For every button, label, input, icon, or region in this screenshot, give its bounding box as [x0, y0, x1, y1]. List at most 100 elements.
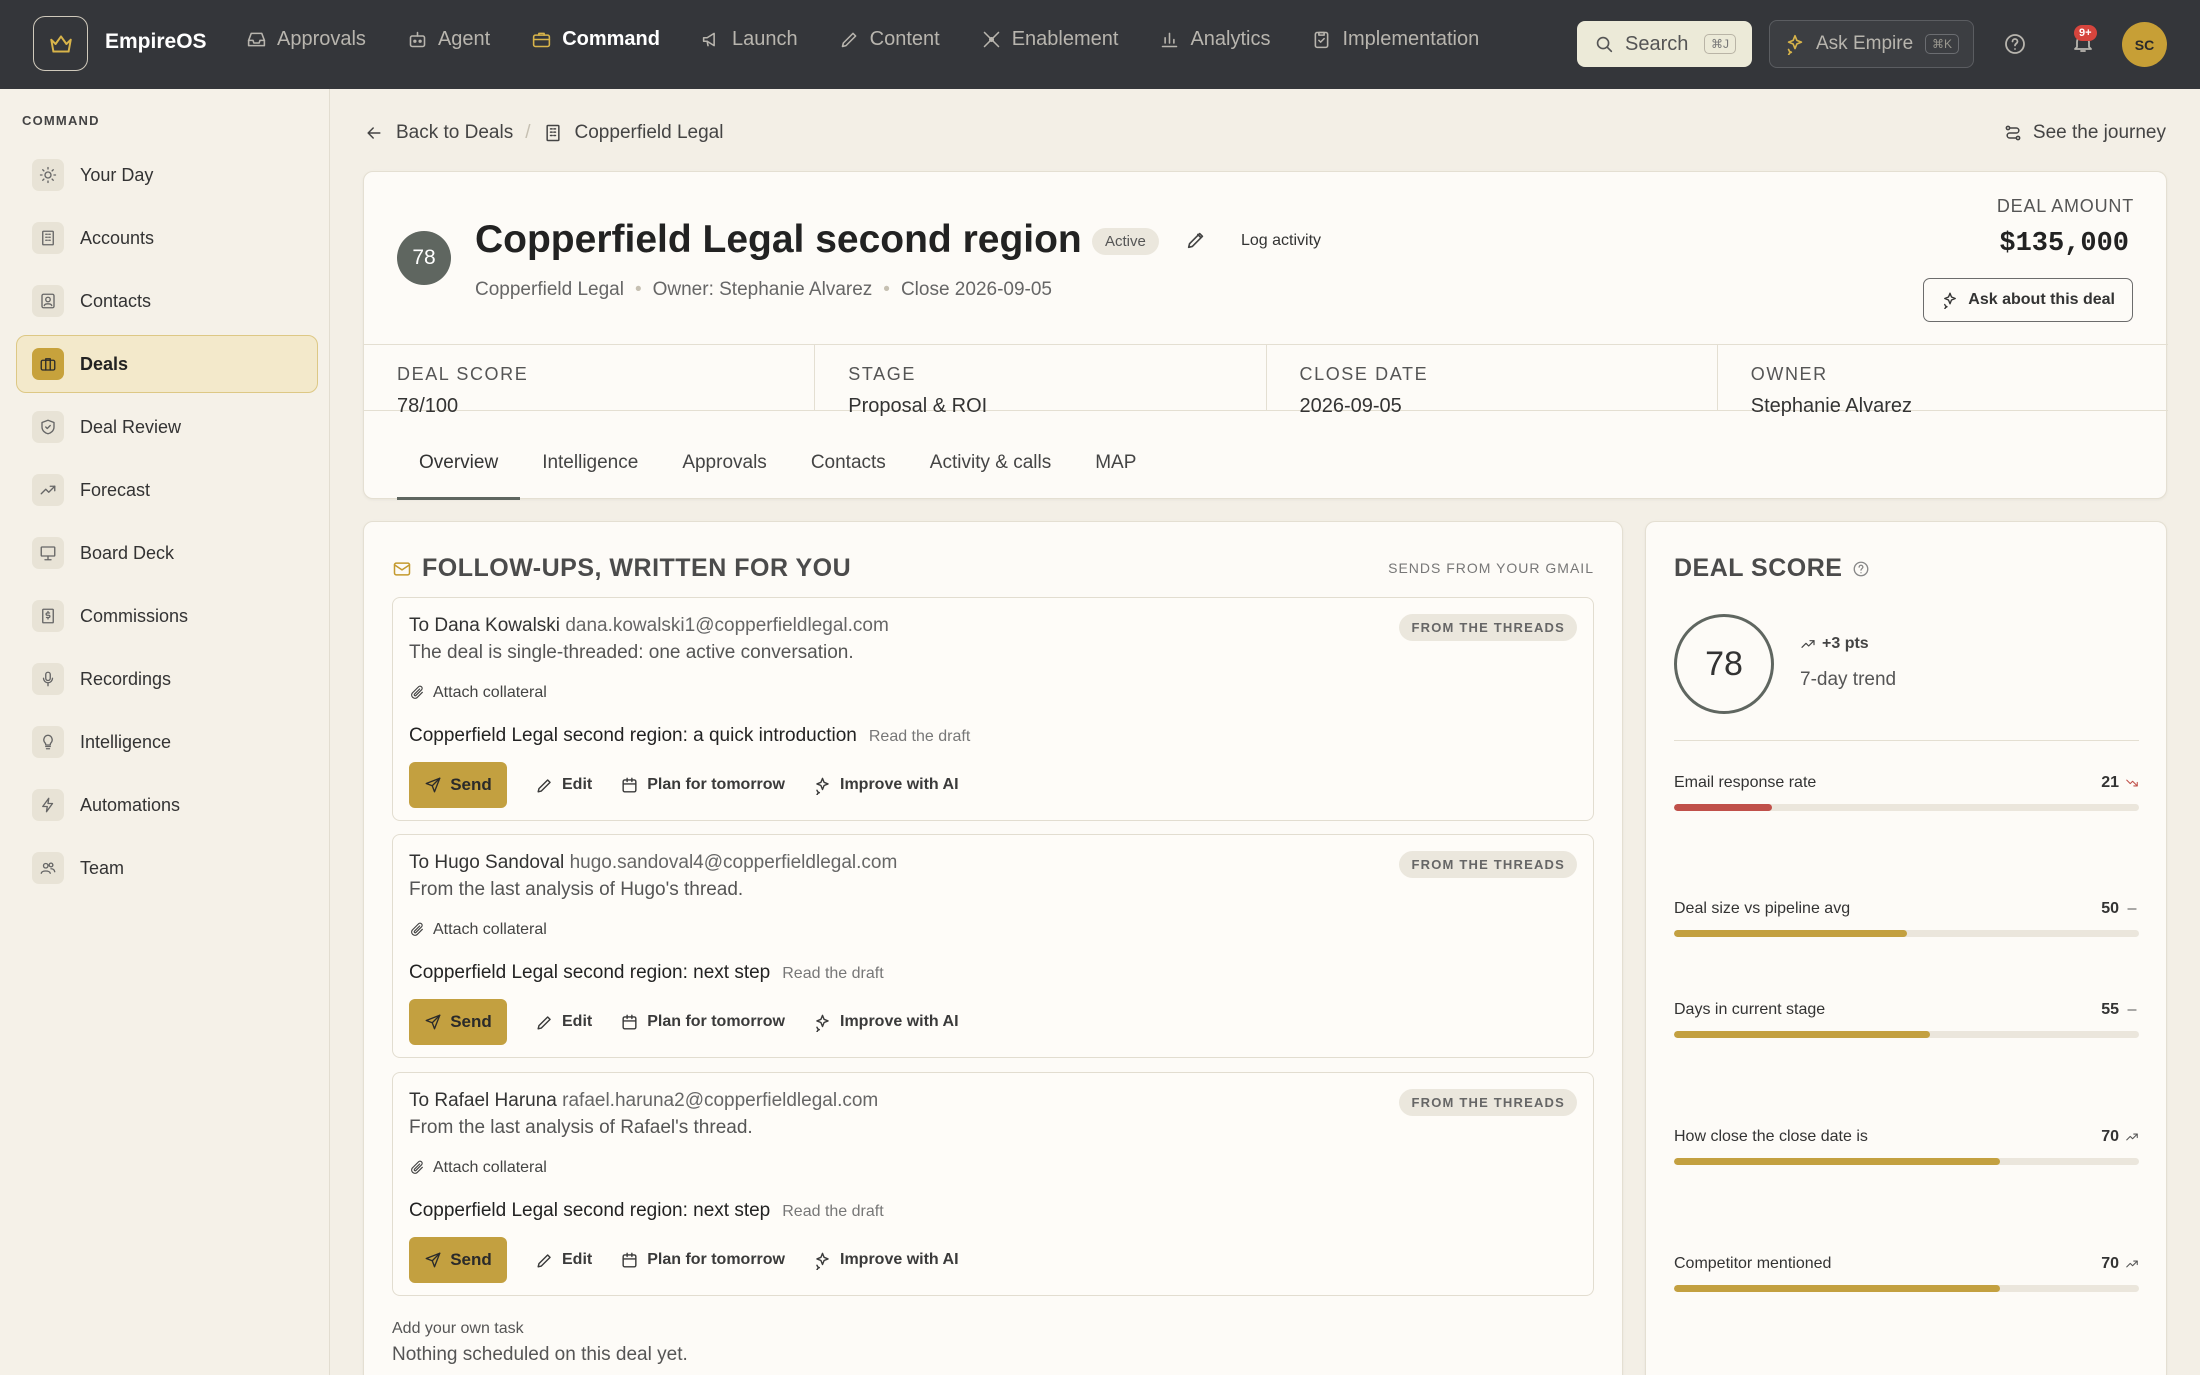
ask-about-deal-label: Ask about this deal [1968, 291, 2115, 308]
tab-overview[interactable]: Overview [397, 452, 521, 500]
read-draft-link[interactable]: Read the draft [869, 728, 970, 746]
read-draft-link[interactable]: Read the draft [782, 1203, 883, 1221]
trending-up-icon [1800, 636, 1816, 652]
source-badge: FROM THE THREADS [1399, 1089, 1577, 1116]
see-the-journey-link[interactable]: See the journey [2003, 122, 2166, 144]
stat-value: Proposal & ROI [848, 395, 988, 417]
send-label: Send [450, 1250, 492, 1269]
followups-title-text: FOLLOW-UPS, WRITTEN FOR YOU [422, 554, 852, 582]
recipient-name: To Rafael Haruna [409, 1090, 557, 1111]
topnav-item-analytics[interactable]: Analytics [1159, 28, 1270, 51]
sidebar-item-your-day[interactable]: Your Day [16, 146, 318, 204]
building-icon [543, 123, 563, 143]
tab-activity-calls[interactable]: Activity & calls [908, 452, 1073, 500]
topnav-label: Analytics [1190, 28, 1271, 50]
ask-about-deal-button[interactable]: Ask about this deal [1923, 278, 2133, 322]
presentation-icon [32, 537, 64, 569]
edit-button[interactable]: Edit [535, 1013, 592, 1032]
tab-map[interactable]: MAP [1073, 452, 1158, 500]
sidebar-item-label: Deal Review [80, 416, 182, 437]
factor-value: 21 [2101, 774, 2139, 792]
plan-for-tomorrow-button[interactable]: Plan for tomorrow [620, 1251, 785, 1270]
sidebar-item-automations[interactable]: Automations [16, 776, 318, 834]
user-avatar[interactable]: SC [2122, 22, 2167, 67]
tab-intelligence[interactable]: Intelligence [520, 452, 660, 500]
send-button[interactable]: Send [409, 762, 507, 808]
improve-label: Improve with AI [840, 1251, 959, 1268]
send-button[interactable]: Send [409, 999, 507, 1045]
factor-bar [1674, 1158, 2139, 1165]
notification-badge: 9+ [2074, 25, 2097, 41]
log-activity-button[interactable]: Log activity [1241, 232, 1321, 250]
sparkle-icon [1941, 291, 1959, 309]
attach-collateral-button[interactable]: Attach collateral [409, 1159, 547, 1177]
topnav-item-approvals[interactable]: Approvals [246, 28, 366, 51]
attach-label: Attach collateral [433, 921, 547, 938]
help-icon[interactable] [2003, 32, 2027, 56]
factor-label: Days in current stage [1674, 1001, 1826, 1018]
sidebar-item-forecast[interactable]: Forecast [16, 461, 318, 519]
tab-approvals[interactable]: Approvals [660, 452, 789, 500]
sidebar-item-team[interactable]: Team [16, 839, 318, 897]
improve-with-ai-button[interactable]: Improve with AI [813, 1013, 959, 1032]
topnav-item-command[interactable]: Command [531, 28, 660, 51]
read-draft-link[interactable]: Read the draft [782, 965, 883, 983]
sidebar-item-deals[interactable]: Deals [16, 335, 318, 393]
topnav-item-enablement[interactable]: Enablement [981, 28, 1118, 51]
building-icon [32, 222, 64, 254]
send-button[interactable]: Send [409, 1237, 507, 1283]
improve-with-ai-button[interactable]: Improve with AI [813, 1251, 959, 1270]
plan-for-tomorrow-button[interactable]: Plan for tomorrow [620, 776, 785, 795]
email-subject: Copperfield Legal second region: a quick… [409, 725, 970, 747]
sidebar-item-deal-review[interactable]: Deal Review [16, 398, 318, 456]
crown-logo-icon[interactable] [33, 16, 88, 71]
factor-value: 70 [2101, 1128, 2139, 1146]
sidebar-item-accounts[interactable]: Accounts [16, 209, 318, 267]
sidebar-item-contacts[interactable]: Contacts [16, 272, 318, 330]
sidebar-item-board-deck[interactable]: Board Deck [16, 524, 318, 582]
edit-pencil-icon[interactable] [1185, 229, 1207, 251]
plan-label: Plan for tomorrow [647, 1013, 785, 1030]
close-text: Close 2026-09-05 [900, 279, 1052, 300]
back-to-deals-link[interactable]: Back to Deals [396, 122, 513, 144]
topnav-item-content[interactable]: Content [839, 28, 940, 51]
sidebar-item-label: Board Deck [80, 542, 175, 563]
account-link[interactable]: Copperfield Legal [475, 279, 624, 301]
topnav-item-agent[interactable]: Agent [407, 28, 490, 51]
edit-button[interactable]: Edit [535, 1251, 592, 1270]
add-own-task-label[interactable]: Add your own task [392, 1320, 524, 1338]
ask-empire-button[interactable]: Ask Empire ⌘K [1769, 20, 1974, 68]
edit-button[interactable]: Edit [535, 776, 592, 795]
trending-up-icon [32, 474, 64, 506]
sidebar-item-label: Intelligence [80, 731, 172, 752]
search-icon [1593, 33, 1615, 55]
sidebar-item-intelligence[interactable]: Intelligence [16, 713, 318, 771]
plan-for-tomorrow-button[interactable]: Plan for tomorrow [620, 1013, 785, 1032]
plan-label: Plan for tomorrow [647, 776, 785, 793]
paperclip-icon [409, 1160, 425, 1176]
trend-flat-icon [2125, 1003, 2139, 1017]
arrow-left-icon[interactable] [364, 123, 384, 143]
tab-contacts[interactable]: Contacts [789, 452, 908, 500]
search-button[interactable]: Search ⌘J [1577, 21, 1752, 67]
calendar-icon [620, 1013, 639, 1032]
inbox-icon [246, 29, 267, 50]
recipient-email: dana.kowalski1@copperfieldlegal.com [565, 615, 889, 636]
topnav-item-implementation[interactable]: Implementation [1311, 28, 1479, 51]
improve-with-ai-button[interactable]: Improve with AI [813, 776, 959, 795]
sidebar-item-commissions[interactable]: Commissions [16, 587, 318, 645]
followups-subtitle: SENDS FROM YOUR GMAIL [1388, 560, 1594, 576]
stat-close-date: CLOSE DATE 2026-09-05 [1267, 345, 1718, 417]
subject-text: Copperfield Legal second region: a quick… [409, 725, 857, 746]
sidebar-item-recordings[interactable]: Recordings [16, 650, 318, 708]
breadcrumb-current[interactable]: Copperfield Legal [575, 122, 724, 144]
ask-empire-label: Ask Empire [1816, 33, 1914, 54]
factor-bar-fill [1674, 804, 1772, 811]
topnav-item-launch[interactable]: Launch [701, 28, 798, 51]
help-circle-icon[interactable] [1852, 560, 1870, 578]
attach-collateral-button[interactable]: Attach collateral [409, 684, 547, 702]
deal-tabs: Overview Intelligence Approvals Contacts… [397, 452, 1158, 500]
deal-score-card: DEAL SCORE 78 +3 pts 7-day trend Email r… [1645, 521, 2167, 1375]
deal-score-title: DEAL SCORE [1674, 554, 1870, 583]
attach-collateral-button[interactable]: Attach collateral [409, 921, 547, 939]
